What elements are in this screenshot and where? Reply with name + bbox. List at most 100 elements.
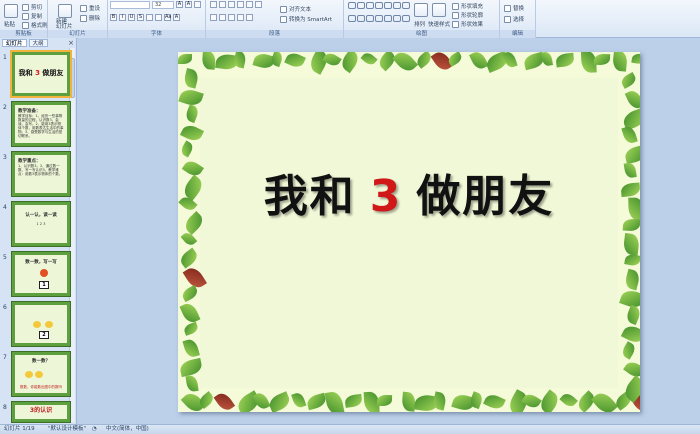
paste-icon[interactable]	[4, 4, 18, 18]
leaf-decoration	[593, 53, 611, 66]
drawing-label: 绘图	[344, 30, 499, 38]
grow-font-icon[interactable]: A	[176, 1, 183, 8]
clipboard-group: 粘贴 剪切 复制 格式刷 剪贴板	[0, 0, 48, 38]
align-right-icon[interactable]	[228, 14, 235, 21]
shapes-gallery[interactable]	[348, 2, 410, 26]
new-slide-icon[interactable]	[58, 4, 72, 18]
leaf-decoration	[284, 52, 306, 70]
pear-icon	[35, 371, 43, 378]
arrange-icon[interactable]	[414, 3, 428, 17]
thumb-preview[interactable]: 教学准备： 教学目标：1、经历一些事物数量的过程，认识数3，会读，会写。2、能用3…	[12, 102, 70, 146]
shape-effects-button[interactable]: 形状效果	[452, 20, 483, 28]
thumb-preview[interactable]: 2	[12, 302, 70, 346]
drawing-group: 排列 快速样式 形状填充 形状轮廓 形状效果 绘图	[344, 0, 500, 38]
spellcheck-icon[interactable]: ◔	[92, 425, 97, 434]
arrange-button[interactable]: 排列	[414, 20, 425, 28]
italic-icon[interactable]: I	[119, 14, 126, 21]
leaf-decoration	[483, 391, 506, 412]
line-spacing-icon[interactable]	[246, 1, 253, 8]
leaf-decoration	[182, 337, 200, 359]
close-icon[interactable]: ×	[68, 39, 74, 47]
quick-styles-button[interactable]: 快速样式	[428, 20, 450, 28]
case-icon[interactable]: Aa	[164, 14, 171, 21]
thumb-preview[interactable]: 3的认识	[12, 402, 70, 422]
outline-icon	[452, 11, 459, 19]
leaf-decoration	[631, 52, 640, 65]
thumb-title-num: 3	[35, 69, 40, 77]
shape-outline-button[interactable]: 形状轮廓	[452, 11, 483, 19]
thumb-number: 7	[3, 354, 7, 361]
columns-icon[interactable]	[255, 1, 262, 8]
thumb-number: 2	[3, 104, 7, 111]
leaf-decoration	[540, 52, 554, 67]
brush-icon	[22, 21, 29, 29]
format-painter-button[interactable]: 格式刷	[22, 21, 48, 29]
replace-label: 替换	[513, 6, 525, 12]
leaf-decoration	[344, 394, 363, 408]
leaf-decoration	[266, 391, 293, 412]
new-slide-button[interactable]: 新建 幻灯片	[56, 19, 73, 30]
paste-button[interactable]: 粘贴	[4, 20, 15, 28]
delete-button[interactable]: 删除	[80, 14, 100, 22]
leaf-decoration	[182, 321, 200, 336]
leaf-decoration	[322, 52, 342, 69]
leaf-decoration	[213, 390, 236, 412]
align-row	[210, 14, 253, 21]
decrease-indent-icon[interactable]	[228, 1, 235, 8]
distribute-icon[interactable]	[246, 14, 253, 21]
thumb-preview[interactable]: 教学重点： 1、认识数3。2、通过数一数、写一写认识3。教学难点：用数3表示物体的…	[12, 152, 70, 196]
bullets-icon[interactable]	[210, 1, 217, 8]
thumb-body: 1、认识数3。2、通过数一数、写一写认识3。教学难点：用数3表示物体的个数。	[18, 164, 63, 176]
apple-icon	[40, 269, 48, 277]
delete-label: 删除	[89, 16, 101, 22]
tab-outline[interactable]: 大纲	[28, 39, 48, 47]
quick-styles-icon[interactable]	[432, 3, 446, 17]
reset-button[interactable]: 重设	[80, 4, 100, 12]
slide-title[interactable]: 我和 3 做朋友	[178, 160, 640, 224]
clear-format-icon[interactable]	[194, 1, 201, 8]
cut-button[interactable]: 剪切	[22, 3, 42, 11]
shrink-font-icon[interactable]: A	[185, 1, 192, 8]
leaf-decoration	[620, 341, 637, 360]
smartart-button[interactable]: 转换为 SmartArt	[280, 15, 332, 23]
thumb-preview[interactable]: 数一数？ 数数，你能数出图中的数吗	[12, 352, 70, 396]
strike-icon[interactable]: S	[137, 14, 144, 21]
bold-icon[interactable]: B	[110, 14, 117, 21]
thumb-text: 认一认，读一读 1 2 3	[18, 213, 64, 226]
copy-icon	[22, 12, 29, 20]
align-left-icon[interactable]	[210, 14, 217, 21]
thumb-number: 6	[3, 304, 7, 311]
language-indicator[interactable]: 中文(简体，中国)	[106, 425, 149, 434]
font-color-icon[interactable]: A	[173, 14, 180, 21]
thumb-text: 教学准备： 教学目标：1、经历一些事物数量的过程，认识数3，会读，会写。2、能用3…	[18, 109, 64, 138]
align-text-button[interactable]: 对齐文本	[280, 5, 311, 13]
leaf-decoration	[180, 230, 198, 248]
justify-icon[interactable]	[237, 14, 244, 21]
underline-icon[interactable]: U	[128, 14, 135, 21]
spacing-icon[interactable]	[155, 14, 162, 21]
thumb-preview[interactable]: 认一认，读一读 1 2 3	[12, 202, 70, 246]
leaf-decoration	[324, 390, 345, 412]
select-button[interactable]: 选择	[504, 15, 524, 23]
shape-fill-button[interactable]: 形状填充	[452, 2, 483, 10]
duck-icon	[33, 321, 41, 328]
font-name-combo[interactable]	[110, 1, 150, 9]
replace-button[interactable]: 替换	[504, 4, 524, 12]
editing-group: 替换 选择 编辑	[500, 0, 536, 38]
leaf-decoration	[182, 68, 200, 89]
tab-slides[interactable]: 幻灯片	[2, 39, 27, 47]
numbering-icon[interactable]	[219, 1, 226, 8]
shadow-icon[interactable]	[146, 14, 153, 21]
thumb-preview[interactable]: 我和 3 做朋友	[12, 52, 70, 96]
copy-button[interactable]: 复制	[22, 12, 42, 20]
font-size-combo[interactable]: 32	[152, 1, 174, 9]
leaf-decoration	[555, 53, 575, 68]
scroll-thumb[interactable]	[70, 58, 75, 98]
slide-canvas[interactable]: 我和 3 做朋友	[178, 52, 640, 412]
font-style-row: B I U S Aa A	[110, 14, 180, 21]
thumb-preview[interactable]: 数一数，写一写 1	[12, 252, 70, 296]
increase-indent-icon[interactable]	[237, 1, 244, 8]
thumb-number: 4	[3, 204, 7, 211]
shape-effects-label: 形状效果	[461, 22, 484, 28]
align-center-icon[interactable]	[219, 14, 226, 21]
